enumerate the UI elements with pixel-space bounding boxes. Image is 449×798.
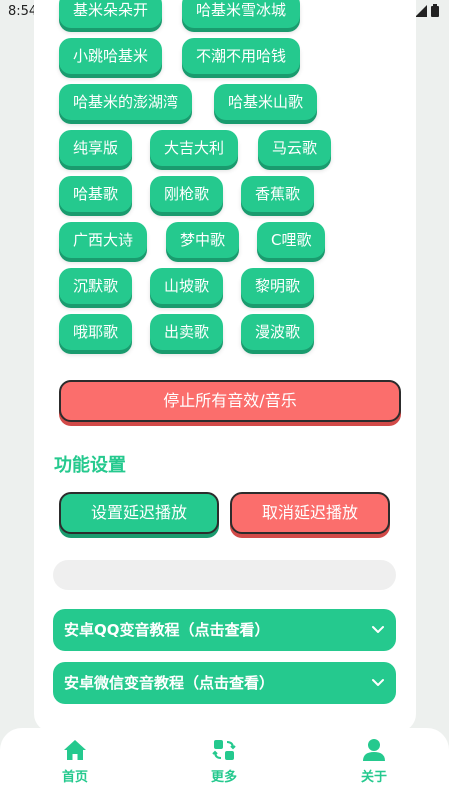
home-icon <box>64 740 86 760</box>
nav-more[interactable]: 更多 <box>194 738 254 785</box>
settings-title: 功能设置 <box>54 455 126 476</box>
nav-home[interactable]: 首页 <box>45 738 105 785</box>
nav-more-label: 更多 <box>210 770 237 785</box>
status-time: 8:54 <box>8 4 38 19</box>
sound-button[interactable]: 刚枪歌 <box>150 176 224 212</box>
sound-button[interactable]: 香蕉歌 <box>241 176 315 212</box>
user-icon <box>363 739 385 761</box>
nav-home-label: 首页 <box>61 770 88 785</box>
sound-button[interactable]: C哩歌 <box>257 222 326 258</box>
qq-tutorial-label: 安卓QQ变音教程（点击查看） <box>64 621 270 639</box>
sound-button[interactable]: 不潮不用哈钱 <box>182 38 301 74</box>
sound-button[interactable]: 哈基米山歌 <box>214 84 318 120</box>
swap-icon <box>212 740 236 760</box>
sound-button[interactable]: 哈基米雪冰城 <box>182 0 301 28</box>
qq-tutorial-accordion[interactable]: 安卓QQ变音教程（点击查看） <box>53 609 396 651</box>
sound-button[interactable]: 广西大诗 <box>59 222 148 258</box>
set-delay-button[interactable]: 设置延迟播放 <box>59 492 219 534</box>
chevron-down-icon <box>372 679 384 686</box>
sound-button[interactable]: 黎明歌 <box>241 268 315 304</box>
bottom-nav: 首页 更多 关于 <box>0 728 449 798</box>
wechat-tutorial-label: 安卓微信变音教程（点击查看） <box>64 674 275 692</box>
chevron-down-icon <box>372 626 384 633</box>
wechat-tutorial-accordion[interactable]: 安卓微信变音教程（点击查看） <box>53 662 396 704</box>
stop-all-button[interactable]: 停止所有音效/音乐 <box>59 380 401 422</box>
sound-button[interactable]: 小跳哈基米 <box>59 38 163 74</box>
sound-button[interactable]: 山坡歌 <box>150 268 224 304</box>
sound-button[interactable]: 纯享版 <box>59 130 133 166</box>
cancel-delay-button[interactable]: 取消延迟播放 <box>230 492 390 534</box>
sound-button[interactable]: 大吉大利 <box>150 130 239 166</box>
sound-button[interactable]: 哦耶歌 <box>59 314 133 350</box>
signal-icon <box>415 4 427 17</box>
sound-button[interactable]: 马云歌 <box>258 130 332 166</box>
sound-button[interactable]: 哈基歌 <box>59 176 133 212</box>
nav-about[interactable]: 关于 <box>344 738 404 785</box>
nav-about-label: 关于 <box>360 770 387 785</box>
sound-button[interactable]: 沉默歌 <box>59 268 133 304</box>
sound-button[interactable]: 梦中歌 <box>166 222 240 258</box>
sound-button[interactable]: 漫波歌 <box>241 314 315 350</box>
delay-progress-bar <box>53 560 396 590</box>
sound-button[interactable]: 基米朵朵开 <box>59 0 163 28</box>
sound-button[interactable]: 哈基米的澎湖湾 <box>59 84 193 120</box>
battery-icon <box>431 4 439 17</box>
sound-button[interactable]: 出卖歌 <box>150 314 224 350</box>
